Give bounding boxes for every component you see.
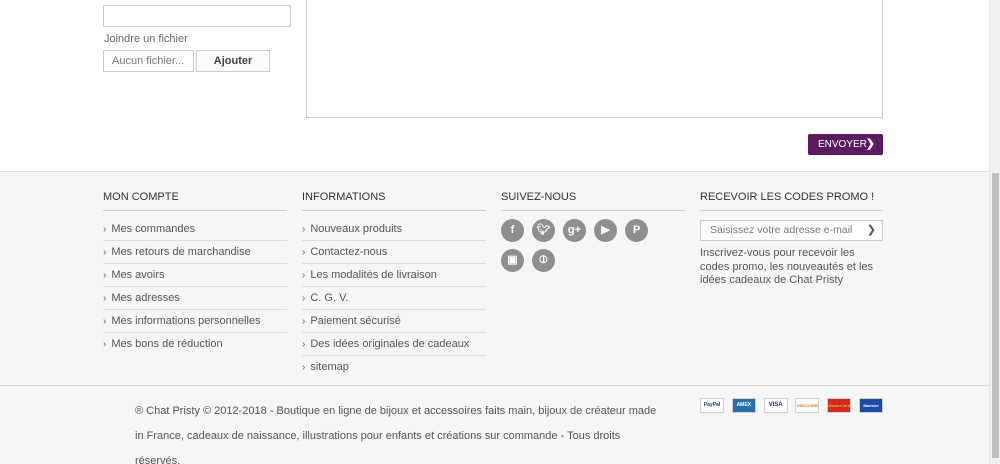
discover-icon: DISCOVER xyxy=(795,398,820,413)
payment-methods: PayPal AMEX VISA DISCOVER MasterCard Mae… xyxy=(700,398,891,413)
footer-link[interactable]: › C. G. V. xyxy=(302,287,486,310)
chevron-right-icon: › xyxy=(302,339,306,350)
chevron-right-icon: › xyxy=(103,224,107,235)
footer-link[interactable]: › Paiement sécurisé xyxy=(302,310,486,333)
maestro-icon: Maestro xyxy=(858,398,883,413)
youtube-icon[interactable]: ▶ xyxy=(594,219,617,242)
footer-link-label: Mes retours de marchandise xyxy=(111,246,251,258)
chevron-right-icon: › xyxy=(103,293,107,304)
footer-link[interactable]: › Mes avoirs xyxy=(103,264,287,287)
scrollbar[interactable] xyxy=(989,0,1000,464)
footer: MON COMPTE › Mes commandes › Mes retours d… xyxy=(0,171,989,464)
footer-link-label: sitemap xyxy=(310,361,349,373)
pinterest-icon[interactable]: P xyxy=(625,219,648,242)
chevron-right-icon: ❯ xyxy=(865,138,875,150)
add-file-button[interactable]: Ajouter xyxy=(196,50,270,72)
footer-link-label: Des idées originales de cadeaux xyxy=(310,338,470,350)
chevron-right-icon: › xyxy=(302,224,306,235)
info-title: INFORMATIONS xyxy=(302,191,486,211)
google-plus-icon[interactable]: g+ xyxy=(563,219,586,242)
footer-link[interactable]: › Mes retours de marchandise xyxy=(103,241,287,264)
send-button[interactable]: ENVOYER ❯ xyxy=(808,134,883,155)
footer-link-label: Les modalités de livraison xyxy=(310,269,437,281)
attach-file-label: Joindre un fichier xyxy=(104,33,188,45)
rss-icon[interactable]: ⦶ xyxy=(532,249,555,272)
message-textarea[interactable] xyxy=(306,0,883,118)
file-upload[interactable]: Aucun fichier... Ajouter xyxy=(103,50,270,72)
mastercard-icon: MasterCard xyxy=(827,398,852,413)
chevron-right-icon: › xyxy=(103,247,107,258)
footer-link[interactable]: › Contactez-nous xyxy=(302,241,486,264)
newsletter-column: RECEVOIR LES CODES PROMO ! Saisissez vot… xyxy=(700,191,883,288)
file-name-display[interactable]: Aucun fichier... xyxy=(103,50,194,72)
visa-icon: VISA xyxy=(763,398,788,413)
subject-input[interactable] xyxy=(103,5,291,27)
info-column: INFORMATIONS › Nouveaux produits › Contact… xyxy=(302,191,486,379)
social-icons: f 🐦︎ g+ ▶ P ▣ ⦶ xyxy=(501,219,681,279)
send-button-label: ENVOYER xyxy=(818,139,867,150)
newsletter-description: Inscrivez-vous pour recevoir les codes p… xyxy=(700,247,874,286)
chevron-right-icon: › xyxy=(302,247,306,258)
footer-link-label: Paiement sécurisé xyxy=(310,315,401,327)
footer-link[interactable]: › Mes bons de réduction xyxy=(103,333,287,356)
copyright-text: ® Chat Pristy © 2012-2018 - Boutique en … xyxy=(135,405,657,464)
contact-form: Joindre un fichier Aucun fichier... Ajou… xyxy=(0,0,989,171)
social-column: SUIVEZ-NOUS f 🐦︎ g+ ▶ P ▣ ⦶ xyxy=(501,191,685,279)
footer-link[interactable]: › Mes adresses xyxy=(103,287,287,310)
twitter-icon[interactable]: 🐦︎ xyxy=(532,219,555,242)
account-column: MON COMPTE › Mes commandes › Mes retours d… xyxy=(103,191,287,356)
amex-icon: AMEX xyxy=(731,398,756,413)
chevron-right-icon: › xyxy=(302,362,306,373)
footer-link-label: Contactez-nous xyxy=(310,246,388,258)
footer-link[interactable]: › Mes informations personnelles xyxy=(103,310,287,333)
chevron-right-icon: › xyxy=(302,270,306,281)
footer-link[interactable]: › Les modalités de livraison xyxy=(302,264,486,287)
footer-bottom: ® Chat Pristy © 2012-2018 - Boutique en … xyxy=(0,385,989,464)
chevron-right-icon: › xyxy=(103,339,107,350)
account-title: MON COMPTE xyxy=(103,191,287,211)
footer-link[interactable]: › Mes commandes xyxy=(103,218,287,241)
footer-link-label: C. G. V. xyxy=(310,292,349,304)
footer-link-label: Nouveaux produits xyxy=(310,223,403,235)
instagram-icon[interactable]: ▣ xyxy=(501,249,524,272)
footer-link-label: Mes commandes xyxy=(111,223,196,235)
footer-link-label: Mes adresses xyxy=(111,292,180,304)
paypal-icon: PayPal xyxy=(700,398,724,413)
chevron-right-icon: › xyxy=(302,293,306,304)
footer-link[interactable]: › Des idées originales de cadeaux xyxy=(302,333,486,356)
chevron-right-icon[interactable]: ❯ xyxy=(862,221,876,240)
social-title: SUIVEZ-NOUS xyxy=(501,191,685,211)
footer-link[interactable]: › Nouveaux produits xyxy=(302,218,486,241)
chevron-right-icon: › xyxy=(103,316,107,327)
footer-link-label: Mes bons de réduction xyxy=(111,338,223,350)
footer-link[interactable]: › sitemap xyxy=(302,356,486,379)
newsletter-email-input[interactable]: Saisissez votre adresse e-mail ❯ xyxy=(700,220,883,241)
footer-link-label: Mes avoirs xyxy=(111,269,165,281)
scrollbar-thumb[interactable] xyxy=(992,173,999,458)
footer-link-label: Mes informations personnelles xyxy=(111,315,261,327)
newsletter-placeholder: Saisissez votre adresse e-mail xyxy=(710,224,853,236)
facebook-icon[interactable]: f xyxy=(501,219,524,242)
chevron-right-icon: › xyxy=(103,270,107,281)
chevron-right-icon: › xyxy=(302,316,306,327)
newsletter-title: RECEVOIR LES CODES PROMO ! xyxy=(700,191,883,211)
